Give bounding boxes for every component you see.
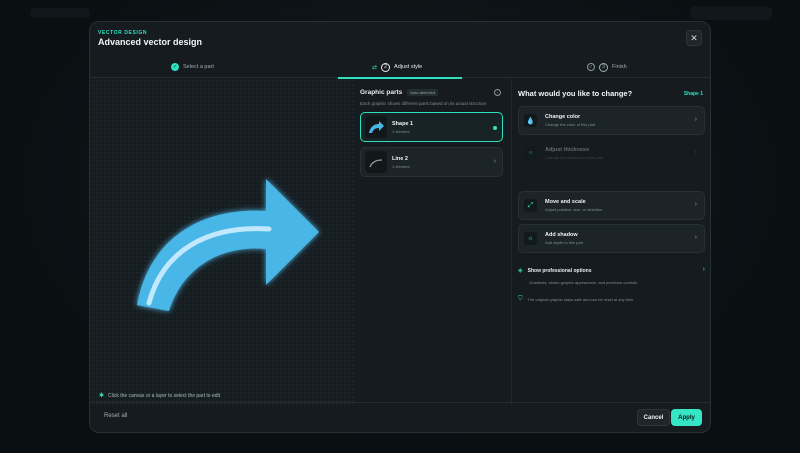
sun-icon: ☼ xyxy=(524,232,537,245)
close-icon: ✕ xyxy=(690,32,698,43)
step-label: Finish xyxy=(612,64,627,70)
apply-button[interactable]: Apply xyxy=(671,409,702,426)
chevron-right-icon: › xyxy=(493,158,496,165)
auto-detected-badge: Auto-detected xyxy=(407,89,439,96)
option-desc: Adjust position, size, or direction xyxy=(545,207,603,212)
safety-note: ⛉ The original graphic stays safe and ca… xyxy=(518,296,633,303)
option-name: Adjust thickness xyxy=(545,147,590,153)
sliders-icon: ⇄ xyxy=(372,64,378,71)
modal-eyebrow: VECTOR DESIGN xyxy=(98,30,148,36)
background-pill xyxy=(30,8,90,18)
professional-options-toggle[interactable]: ◈ Show professional options › Gradients,… xyxy=(518,266,705,285)
chevron-right-icon: › xyxy=(702,266,705,273)
chevron-right-icon: › xyxy=(694,201,697,208)
step-select-part[interactable]: ✓ Select a part xyxy=(171,56,214,78)
parts-subtitle: Each graphic shows different parts based… xyxy=(360,101,487,106)
graphic-parts-panel: Graphic parts Auto-detected i Each graph… xyxy=(355,79,505,405)
style-options-panel: What would you like to change? Shape 1 💧… xyxy=(511,79,710,405)
reset-all-button[interactable]: Reset all xyxy=(104,413,127,419)
option-name: Move and scale xyxy=(545,199,586,205)
modal-footer: Reset all Cancel Apply xyxy=(90,402,710,432)
option-change-color[interactable]: 💧 Change color Change the color of this … xyxy=(518,106,705,135)
pro-options-label: Show professional options xyxy=(527,267,592,274)
check-circle-icon: ✓ xyxy=(587,63,595,71)
modal-header: VECTOR DESIGN Advanced vector design ✕ xyxy=(90,22,710,54)
thickness-icon: ≡ xyxy=(524,147,537,160)
selected-indicator xyxy=(493,126,497,130)
option-desc: Change the thickness of this part xyxy=(545,155,604,160)
option-desc: Add depth to this part xyxy=(545,240,584,245)
vector-design-modal: VECTOR DESIGN Advanced vector design ✕ ✓… xyxy=(89,21,711,433)
part-item-line-2[interactable]: Line 2 1 element › xyxy=(360,147,503,177)
part-item-shape-1[interactable]: Shape 1 1 element xyxy=(360,112,503,142)
step-label: Select a part xyxy=(183,64,214,70)
cursor-icon: ✱ xyxy=(99,393,105,399)
part-name: Line 2 xyxy=(392,155,408,162)
check-icon: ✓ xyxy=(171,63,179,71)
option-add-shadow[interactable]: ☼ Add shadow Add depth to this part › xyxy=(518,224,705,253)
chevron-right-icon: › xyxy=(694,149,697,156)
option-move-and-scale[interactable]: ⤢ Move and scale Adjust position, size, … xyxy=(518,191,705,220)
part-count: 1 element xyxy=(392,163,410,169)
option-name: Add shadow xyxy=(545,232,578,238)
step-label: Adjust style xyxy=(394,64,423,70)
step-finish[interactable]: ✓ 3 Finish xyxy=(587,56,627,78)
droplet-icon: 💧 xyxy=(524,114,537,127)
parts-heading: Graphic parts Auto-detected xyxy=(360,89,439,96)
arrow-shape xyxy=(137,179,319,311)
part-name: Shape 1 xyxy=(392,120,414,127)
step-number: 3 xyxy=(599,62,608,72)
option-name: Change color xyxy=(545,114,581,120)
options-title: What would you like to change? xyxy=(518,89,633,98)
chevron-right-icon: › xyxy=(694,234,697,241)
shield-icon: ⛉ xyxy=(518,296,523,302)
stepper: ✓ Select a part ⇄ 2 Adjust style ✓ 3 Fin… xyxy=(90,56,710,78)
preview-canvas[interactable]: ✱ Click the canvas or a layer to select … xyxy=(91,79,354,405)
chevron-right-icon: › xyxy=(694,116,697,123)
cancel-button[interactable]: Cancel xyxy=(637,409,670,426)
modal-title: Advanced vector design xyxy=(98,37,203,47)
canvas-hint: ✱ Click the canvas or a layer to select … xyxy=(99,392,221,400)
layers-icon: ◈ xyxy=(518,268,523,274)
close-button[interactable]: ✕ xyxy=(686,30,702,46)
parts-title: Graphic parts xyxy=(360,89,403,96)
line-thumbnail xyxy=(365,151,387,173)
safety-note-text: The original graphic stays safe and can … xyxy=(527,297,634,302)
part-count: 1 element xyxy=(392,128,410,134)
selected-part-label: Shape 1 xyxy=(683,91,703,97)
step-number: 2 xyxy=(381,62,391,72)
curved-arrow-graphic[interactable] xyxy=(91,79,354,405)
canvas-hint-text: Click the canvas or a layer to select th… xyxy=(108,392,221,399)
background-pill xyxy=(690,6,772,20)
option-adjust-thickness: ≡ Adjust thickness Change the thickness … xyxy=(518,139,705,168)
shape-thumbnail xyxy=(365,116,387,138)
move-icon: ⤢ xyxy=(524,199,537,212)
option-desc: Change the color of this part xyxy=(545,122,596,127)
step-adjust-style[interactable]: ⇄ 2 Adjust style xyxy=(372,56,422,78)
info-icon[interactable]: i xyxy=(494,89,501,96)
pro-options-desc: Gradients, stroke-graphic appearance, an… xyxy=(529,280,638,285)
